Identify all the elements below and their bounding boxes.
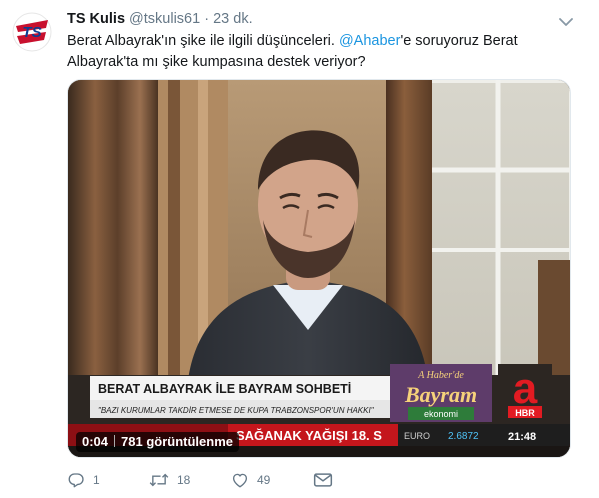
channel-logo-letter: a [513, 364, 538, 413]
lower-third-subtitle: "BAZI KURUMLAR TAKDİR ETMESE DE KUPA TRA… [98, 406, 375, 415]
reply-button[interactable]: 1 [67, 470, 100, 490]
badge-divider [114, 435, 116, 447]
ticker-value: 2.6872 [448, 431, 479, 442]
author-handle[interactable]: @tskulis61 [129, 11, 200, 27]
chevron-down-icon[interactable] [559, 14, 573, 26]
video-info-badge: 0:04 781 görüntülenme [76, 432, 239, 452]
tweet-text-part1: Berat Albayrak'ın şike ile ilgili düşünc… [67, 33, 339, 49]
retweet-button[interactable]: 18 [149, 470, 190, 490]
author-name[interactable]: TS Kulis [67, 11, 125, 27]
ticker-market: EURO [404, 431, 430, 441]
tweet: TS TS Kulis @tskulis61 · 23 dk. Berat Al… [0, 0, 599, 498]
avatar[interactable]: TS [12, 12, 52, 52]
message-icon [313, 473, 333, 487]
retweet-count: 18 [177, 473, 191, 487]
channel-logo-sub: HBR [515, 408, 535, 418]
tweet-header: TS Kulis @tskulis61 · 23 dk. [67, 9, 253, 29]
video-player[interactable]: BERAT ALBAYRAK İLE BAYRAM SOHBETİ "BAZI … [67, 79, 571, 458]
timestamp[interactable]: 23 dk. [213, 11, 253, 27]
like-count: 49 [257, 473, 271, 487]
logo-line1: A Haber'de [417, 370, 464, 381]
ticker-clock: 21:48 [508, 431, 536, 443]
like-button[interactable]: 49 [231, 470, 270, 490]
video-views: 781 görüntülenme [121, 434, 233, 449]
reply-count: 1 [93, 473, 100, 487]
lower-third-title: BERAT ALBAYRAK İLE BAYRAM SOHBETİ [98, 381, 351, 396]
video-duration: 0:04 [82, 434, 109, 449]
retweet-icon [149, 473, 169, 487]
avatar-letters: TS [22, 24, 41, 41]
logo-line2: Bayram [404, 382, 477, 407]
mention-link[interactable]: @Ahaber [339, 33, 400, 49]
ts-logo-icon: TS [12, 12, 52, 52]
reply-icon [68, 473, 84, 488]
like-icon [232, 473, 248, 488]
ticker-text: SAĞANAK YAĞIŞI 18. S [236, 428, 382, 443]
message-button[interactable] [313, 470, 333, 490]
video-frame: BERAT ALBAYRAK İLE BAYRAM SOHBETİ "BAZI … [68, 80, 570, 457]
logo-line3: ekonomi [424, 409, 458, 419]
separator: · [204, 11, 210, 27]
tweet-text: Berat Albayrak'ın şike ile ilgili düşünc… [67, 31, 537, 73]
